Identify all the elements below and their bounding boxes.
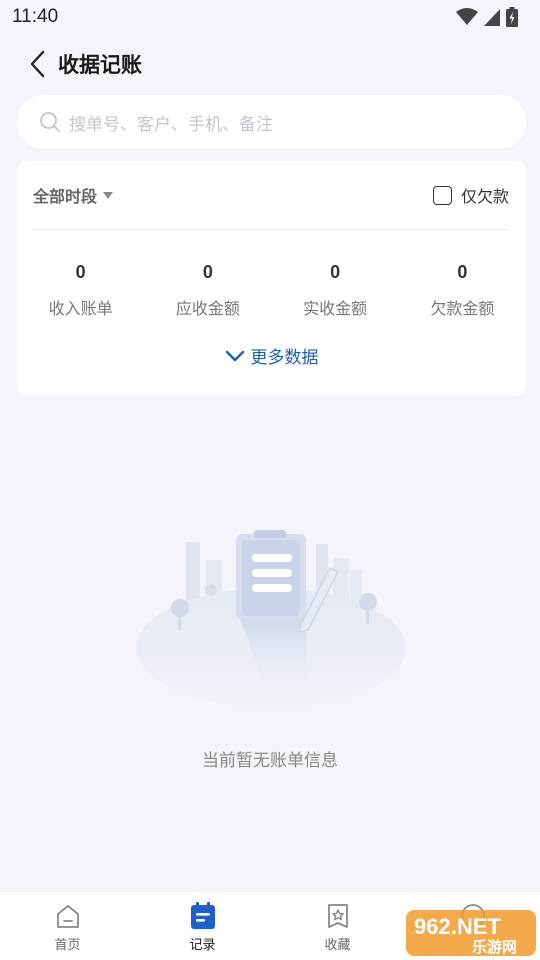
stat-label: 应收金额: [175, 299, 240, 318]
tab-label: 记录: [189, 938, 216, 953]
stat-value: 0: [202, 262, 213, 282]
more-data-label: 更多数据: [250, 348, 319, 368]
owe-only-checkbox[interactable]: [432, 185, 452, 205]
search-icon: [40, 112, 60, 132]
period-selector[interactable]: 全部时段: [33, 183, 114, 207]
favorite-icon: [327, 904, 348, 928]
tab-label: 首页: [54, 938, 81, 953]
chevron-down-icon: [225, 350, 244, 361]
app-header: 收据记账: [0, 38, 540, 90]
page-title: 收据记账: [58, 53, 142, 77]
stat-label: 欠款金额: [430, 299, 495, 318]
stat-received: 0 实收金额: [272, 262, 399, 319]
stat-value: 0: [75, 262, 86, 282]
signal-icon: [484, 8, 500, 26]
summary-card: 全部时段 仅欠款 0 收入账单 0 应收金额 0 实收金额 0 欠款金额 更多数…: [17, 161, 526, 396]
back-button[interactable]: [14, 38, 60, 90]
stats-row: 0 收入账单 0 应收金额 0 实收金额 0 欠款金额: [17, 262, 526, 319]
wifi-icon: [456, 8, 478, 25]
site-watermark-logo: 962.NET 乐游网: [406, 910, 536, 956]
status-bar: 11:40: [0, 0, 540, 34]
home-icon: [56, 905, 79, 928]
filter-row: 全部时段 仅欠款: [17, 161, 526, 229]
watermark-brand: 962.NET: [414, 914, 501, 939]
period-label: 全部时段: [33, 187, 98, 206]
owe-only-toggle[interactable]: 仅欠款: [432, 183, 509, 207]
tab-favorites[interactable]: 收藏: [270, 892, 405, 960]
stat-value: 0: [457, 262, 468, 282]
stat-label: 实收金额: [303, 299, 368, 318]
stat-value: 0: [330, 262, 341, 282]
status-time: 11:40: [12, 6, 59, 27]
caret-down-icon: [103, 191, 114, 199]
status-icons: [456, 7, 518, 27]
tab-label: 收藏: [324, 938, 351, 953]
chevron-left-icon: [30, 50, 45, 78]
empty-state-illustration: [136, 530, 406, 708]
tab-records[interactable]: 记录: [135, 892, 270, 960]
record-icon: [190, 902, 215, 929]
stat-income-bills: 0 收入账单: [17, 262, 144, 319]
owe-only-label: 仅欠款: [460, 187, 509, 206]
battery-icon: [506, 7, 518, 27]
divider: [33, 229, 510, 230]
watermark-site: 乐游网: [472, 938, 517, 956]
stat-owed: 0 欠款金额: [399, 262, 526, 319]
search-input[interactable]: 搜单号、客户、手机、备注: [17, 95, 526, 149]
empty-state-message: 当前暂无账单信息: [202, 751, 338, 771]
stat-label: 收入账单: [48, 299, 113, 318]
more-data-button[interactable]: 更多数据: [17, 343, 526, 368]
tab-home[interactable]: 首页: [0, 892, 135, 960]
search-placeholder: 搜单号、客户、手机、备注: [69, 114, 273, 135]
stat-receivable: 0 应收金额: [144, 262, 271, 319]
